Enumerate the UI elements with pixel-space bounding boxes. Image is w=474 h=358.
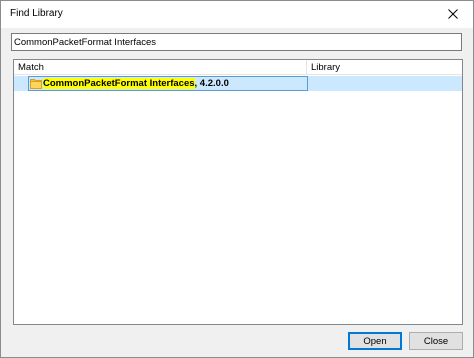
result-row[interactable]: CommonPacketFormat Interfaces, 4.2.0.0 [14,76,462,91]
library-version-suffix: , 4.2.0.0 [194,78,229,89]
folder-icon [30,77,42,89]
result-row-label: CommonPacketFormat Interfaces, 4.2.0.0 [43,78,229,89]
window-title: Find Library [10,8,63,19]
search-match-highlight: CommonPacketFormat Interfaces [43,78,195,89]
title-bar: Find Library [1,1,473,28]
column-header-label: Library [311,62,341,73]
search-input[interactable] [11,33,462,51]
find-library-dialog: Find Library Match Library C [0,0,474,358]
column-header-match[interactable]: Match [14,60,307,75]
result-row-library-cell[interactable] [308,76,462,91]
column-header-label: Match [18,62,44,73]
close-button[interactable]: Close [409,332,463,350]
results-list[interactable]: Match Library CommonPacketFormat Interfa… [13,59,463,325]
open-button[interactable]: Open [348,332,402,350]
result-row-match-cell[interactable]: CommonPacketFormat Interfaces, 4.2.0.0 [28,76,308,91]
close-x-icon[interactable] [439,3,467,25]
column-header-library[interactable]: Library [307,60,462,75]
